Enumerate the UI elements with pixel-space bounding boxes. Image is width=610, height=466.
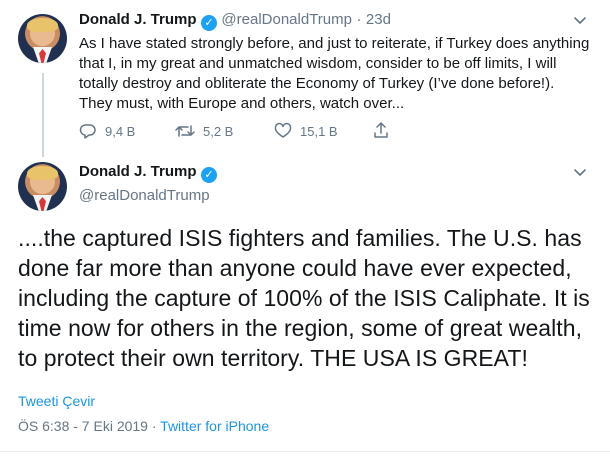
verified-badge-icon: ✓ — [200, 167, 217, 183]
main-tweet-header: Donald J. Trump ✓ @realDonaldTrump — [79, 163, 217, 204]
handle[interactable]: @realDonaldTrump — [79, 187, 217, 204]
separator: · — [356, 11, 362, 28]
avatar[interactable] — [18, 14, 67, 63]
reply-count: 9,4 B — [105, 123, 136, 139]
thread-connector — [42, 73, 44, 157]
like-count: 15,1 B — [300, 123, 338, 139]
meta-separator: · — [151, 418, 157, 434]
tweet-text: As I have stated strongly before, and ju… — [79, 35, 590, 112]
reply-icon — [79, 124, 96, 139]
heart-icon — [274, 122, 292, 138]
translate-tweet-link[interactable]: Tweeti Çevir — [18, 393, 95, 409]
retweet-button[interactable]: 5,2 B — [175, 122, 233, 140]
chevron-down-icon[interactable] — [573, 166, 587, 180]
time-ago[interactable]: 23d — [366, 11, 391, 28]
display-name[interactable]: Donald J. Trump — [79, 11, 197, 28]
divider — [0, 451, 610, 452]
tweet-metadata: ÖS 6:38 - 7 Eki 2019 · Twitter for iPhon… — [18, 418, 269, 434]
verified-badge-icon: ✓ — [200, 15, 217, 31]
share-button[interactable] — [372, 121, 398, 139]
source-link[interactable]: Twitter for iPhone — [160, 418, 269, 434]
retweet-icon — [175, 125, 195, 137]
share-icon — [374, 122, 388, 138]
reply-button[interactable]: 9,4 B — [79, 122, 135, 140]
main-tweet-text: ....the captured ISIS fighters and famil… — [18, 225, 590, 371]
handle[interactable]: @realDonaldTrump — [221, 11, 352, 28]
display-name[interactable]: Donald J. Trump — [79, 163, 197, 180]
chevron-down-icon[interactable] — [573, 14, 587, 28]
retweet-count: 5,2 B — [203, 123, 234, 139]
avatar[interactable] — [18, 162, 67, 211]
like-button[interactable]: 15,1 B — [274, 122, 338, 140]
tweet-header: Donald J. Trump ✓ @realDonaldTrump · 23d — [79, 11, 391, 31]
timestamp[interactable]: ÖS 6:38 - 7 Eki 2019 — [18, 418, 148, 434]
